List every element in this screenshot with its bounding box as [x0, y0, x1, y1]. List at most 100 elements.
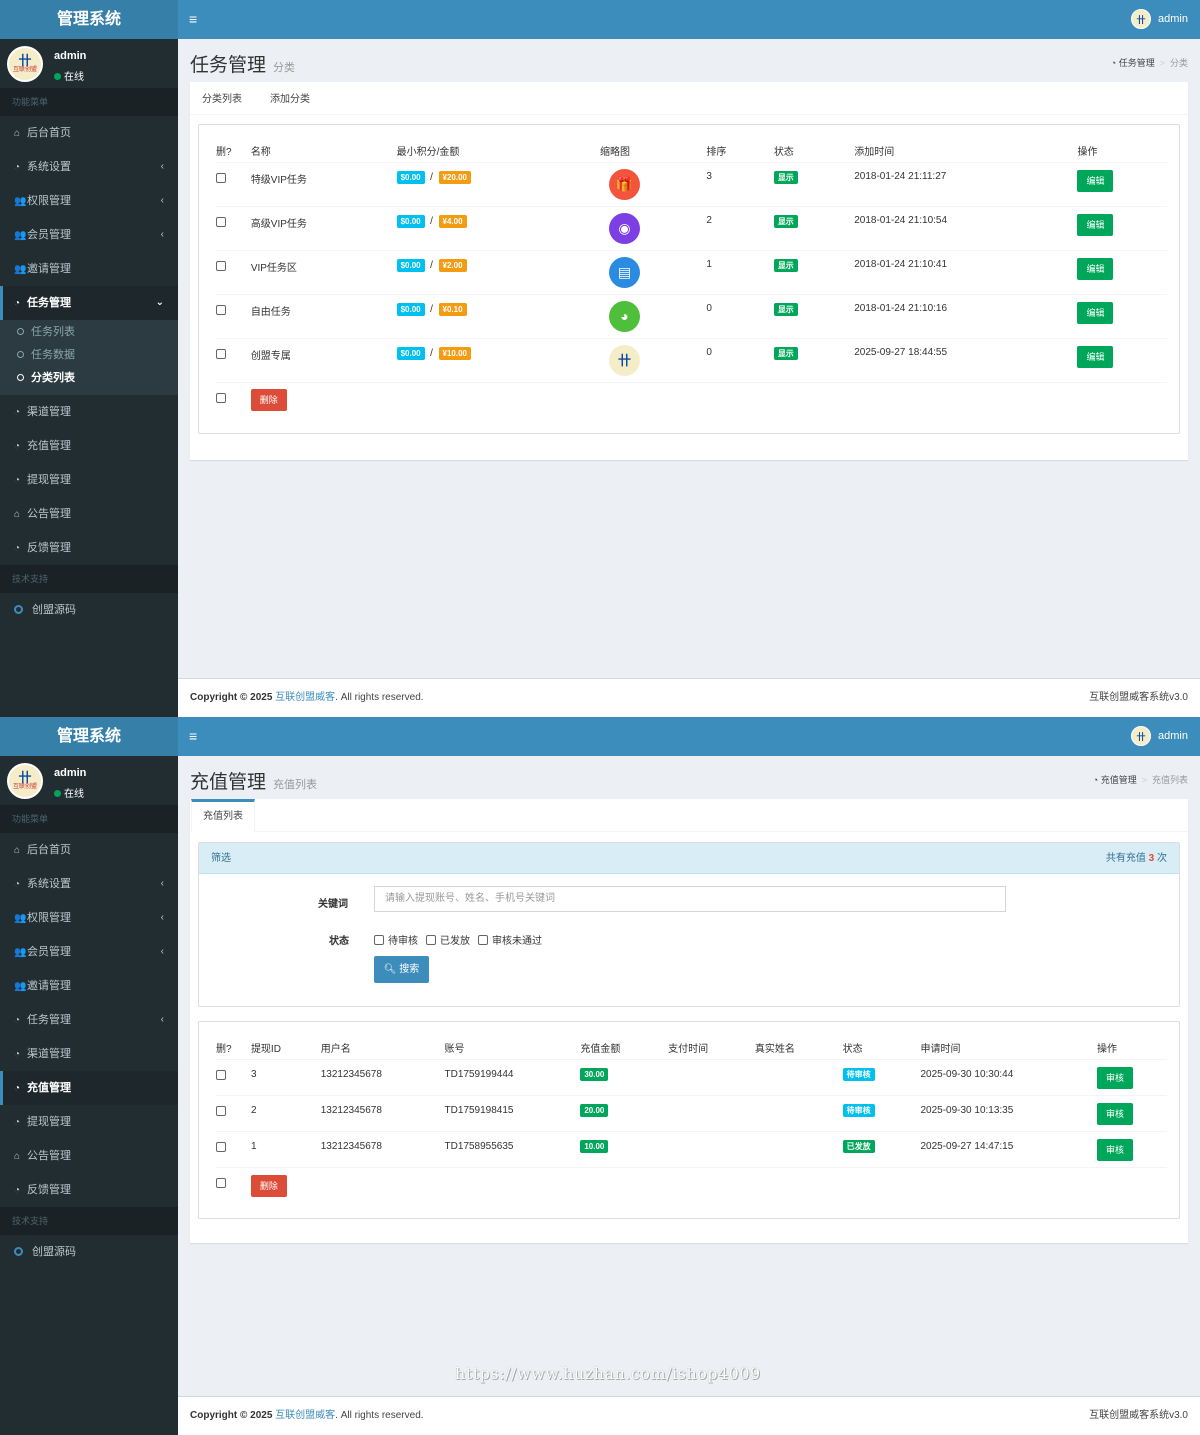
review-button[interactable]: 审核 — [1097, 1066, 1134, 1089]
sidebar-item[interactable]: 👥会员管理 ‹ — [0, 218, 178, 252]
select-all-checkbox[interactable] — [216, 392, 226, 403]
sidebar-item[interactable]: ◔ 充值管理 — [0, 429, 178, 463]
row-checkbox[interactable] — [216, 1069, 226, 1080]
company-link[interactable]: 互联创盟威客 — [275, 692, 335, 703]
submenu-item[interactable]: 任务列表 — [0, 321, 178, 344]
avatar: 卄 — [1131, 726, 1152, 746]
submenu-item[interactable]: 分类列表 — [0, 367, 178, 390]
search-icon: 🔍︎ — [383, 964, 397, 975]
select-all-checkbox[interactable] — [216, 1177, 226, 1188]
user-menu[interactable]: 卄 admin — [1131, 726, 1188, 746]
row-checkbox[interactable] — [216, 172, 226, 183]
submenu-item[interactable]: 任务数据 — [0, 344, 178, 367]
account: TD1759199444 — [444, 1059, 581, 1096]
recharge-table-panel: 删? 提现ID 用户名 账号 充值金额 支付时间 真实姓名 状态 申请时间 操作 3 132123… — [198, 1021, 1180, 1219]
real-name — [754, 1095, 843, 1132]
sidebar-item[interactable]: ⌂ 后台首页 — [0, 833, 178, 867]
sidebar-item[interactable]: ◔ 提现管理 — [0, 463, 178, 497]
sidebar-item-label: 充值管理 — [27, 1082, 71, 1094]
support-link[interactable]: 创盟源码 — [0, 1235, 178, 1269]
breadcrumb-link[interactable]: 任务管理 — [1119, 58, 1155, 68]
amount-badge: ¥2.00 — [438, 258, 467, 272]
user-panel: 卄互联创盟 admin 在线 — [0, 39, 178, 88]
column-header: 操作 — [1097, 1037, 1167, 1060]
pay-time — [668, 1131, 755, 1168]
column-header: 支付时间 — [668, 1037, 755, 1060]
points-badge: $0.00 — [396, 302, 425, 316]
withdraw-id: 3 — [250, 1059, 321, 1096]
edit-button[interactable]: 编辑 — [1077, 345, 1114, 368]
row-checkbox[interactable] — [216, 1141, 226, 1152]
user-name: admin — [1158, 730, 1188, 742]
sidebar-item[interactable]: ◔ 渠道管理 — [0, 395, 178, 429]
app-logo[interactable]: 管理系统 — [0, 0, 178, 39]
search-button[interactable]: 🔍︎ 搜索 — [374, 956, 429, 983]
sidebar-item[interactable]: 👥邀请管理 — [0, 969, 178, 1003]
user-menu[interactable]: 卄 admin — [1131, 9, 1188, 29]
real-name — [754, 1131, 843, 1168]
row-checkbox[interactable] — [216, 304, 226, 315]
added-time: 2018-01-24 21:11:27 — [854, 162, 1078, 207]
sidebar-item[interactable]: ⌂ 公告管理 — [0, 497, 178, 531]
sidebar-item[interactable]: ◔ 任务管理 ⌄ — [0, 286, 178, 320]
menu-toggle-icon[interactable]: ≡ — [189, 12, 197, 26]
edit-button[interactable]: 编辑 — [1077, 169, 1114, 192]
recharge-table: 删? 提现ID 用户名 账号 充值金额 支付时间 真实姓名 状态 申请时间 操作 3 132123… — [216, 1037, 1167, 1211]
chevron-left-icon: ‹ — [160, 946, 164, 957]
category-name: 特级VIP任务 — [250, 162, 397, 207]
row-checkbox[interactable] — [216, 348, 226, 359]
review-button[interactable]: 审核 — [1097, 1138, 1134, 1161]
support-link[interactable]: 创盟源码 — [0, 593, 178, 627]
sidebar-item-label: 反馈管理 — [27, 1184, 71, 1196]
status-option[interactable]: 已发放 — [426, 932, 470, 947]
edit-button[interactable]: 编辑 — [1077, 301, 1114, 324]
row-checkbox[interactable] — [216, 216, 226, 227]
app-logo[interactable]: 管理系统 — [0, 717, 178, 756]
sidebar-item[interactable]: ◔ 反馈管理 — [0, 531, 178, 565]
version: 互联创盟威客系统v3.0 — [1089, 1410, 1188, 1421]
tab-recharge-list[interactable]: 充值列表 — [191, 799, 255, 832]
edit-button[interactable]: 编辑 — [1077, 213, 1114, 236]
users-icon: 👥 — [14, 196, 27, 207]
sidebar-item[interactable]: ◔ 任务管理 ‹ — [0, 1003, 178, 1037]
dashboard-icon: ◔ — [1110, 58, 1117, 68]
status-option[interactable]: 待审核 — [374, 932, 418, 947]
sidebar-item[interactable]: 👥邀请管理 — [0, 252, 178, 286]
dashboard-icon: ◔ — [14, 162, 21, 173]
sidebar-item[interactable]: ◔ 反馈管理 — [0, 1173, 178, 1207]
sort-order: 3 — [706, 162, 774, 207]
sidebar-item[interactable]: ◔ 系统设置 ‹ — [0, 150, 178, 184]
support-header: 技术支持 — [0, 565, 178, 593]
sidebar-item[interactable]: ◔ 系统设置 ‹ — [0, 867, 178, 901]
review-button[interactable]: 审核 — [1097, 1102, 1134, 1125]
company-link[interactable]: 互联创盟威客 — [275, 1410, 335, 1421]
home-icon: ⌂ — [14, 845, 21, 856]
amount-badge: ¥0.10 — [438, 302, 467, 316]
sidebar-item[interactable]: ◔ 提现管理 — [0, 1105, 178, 1139]
column-header: 提现ID — [250, 1037, 321, 1060]
sidebar-item[interactable]: ⌂ 后台首页 — [0, 116, 178, 150]
table-row: 2 13212345678 TD1759198415 20.00 待审核 202… — [216, 1095, 1167, 1132]
row-checkbox[interactable] — [216, 260, 226, 271]
status-option[interactable]: 审核未通过 — [478, 932, 542, 947]
edit-button[interactable]: 编辑 — [1077, 257, 1114, 280]
dashboard-icon: ◔ — [14, 879, 21, 890]
chevron-left-icon: ‹ — [160, 161, 164, 172]
table-row: 自由任务 $0.00 / ¥0.10 ◕ 0 显示 2018-01-24 21:… — [216, 294, 1167, 339]
sidebar-item[interactable]: ⌂ 公告管理 — [0, 1139, 178, 1173]
sidebar-item[interactable]: 👥会员管理 ‹ — [0, 935, 178, 969]
sidebar-item[interactable]: ◔ 渠道管理 — [0, 1037, 178, 1071]
tab-add-category[interactable]: 添加分类 — [259, 82, 321, 114]
breadcrumb-link[interactable]: 充值管理 — [1101, 775, 1137, 785]
sidebar-item[interactable]: 👥权限管理 ‹ — [0, 184, 178, 218]
keyword-input[interactable]: 请输入提现账号、姓名、手机号关键词 — [374, 886, 1006, 912]
menu-toggle-icon[interactable]: ≡ — [189, 729, 197, 743]
sidebar-item[interactable]: ◔ 充值管理 — [0, 1071, 178, 1105]
row-checkbox[interactable] — [216, 1105, 226, 1116]
sidebar-item-label: 权限管理 — [27, 195, 71, 207]
tab-category-list[interactable]: 分类列表 — [191, 82, 253, 114]
sidebar-item[interactable]: 👥权限管理 ‹ — [0, 901, 178, 935]
delete-button[interactable]: 删除 — [250, 388, 287, 411]
added-time: 2025-09-27 18:44:55 — [854, 338, 1078, 383]
delete-button[interactable]: 删除 — [250, 1174, 287, 1197]
